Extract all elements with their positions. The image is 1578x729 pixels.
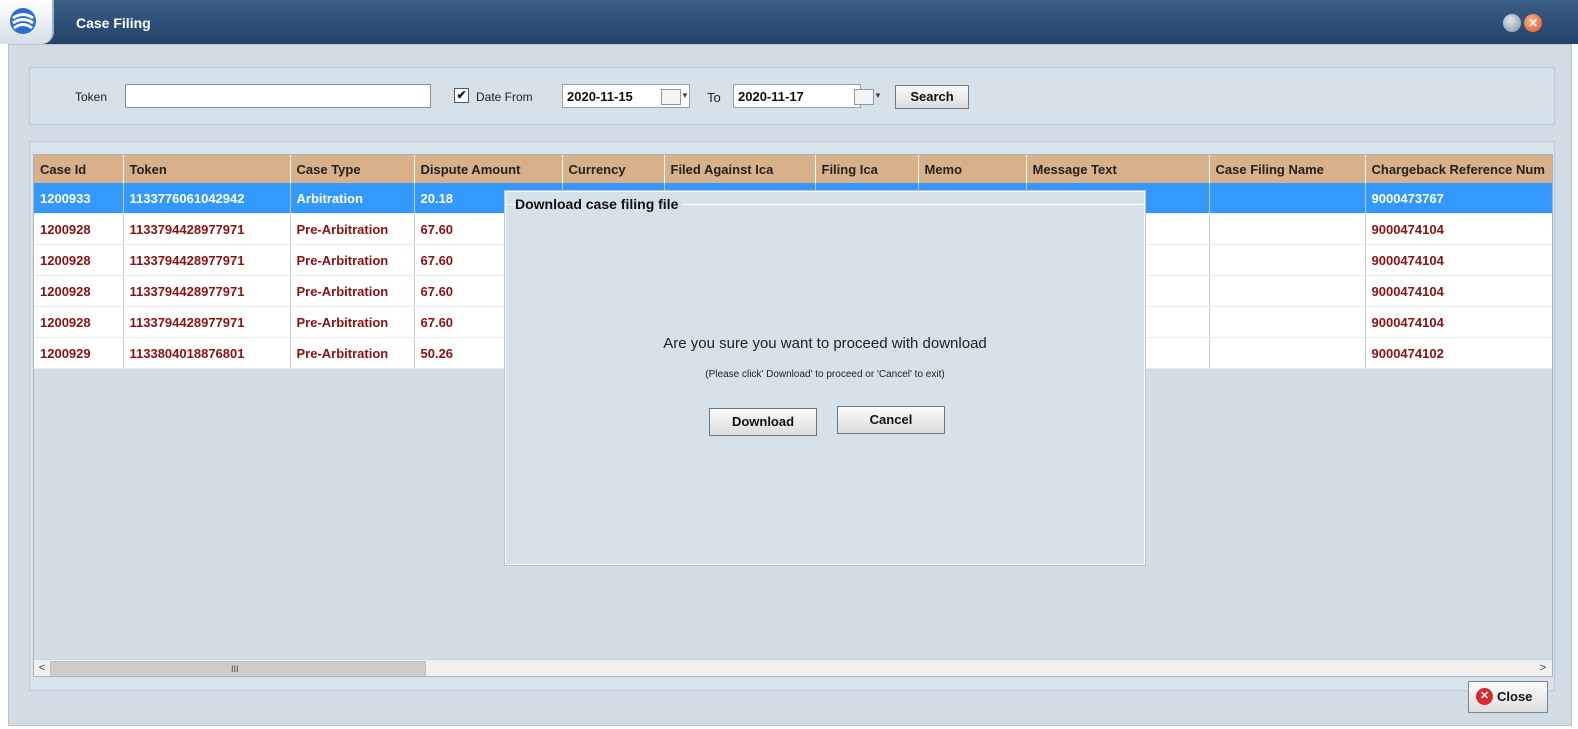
to-label: To [707, 90, 721, 105]
search-button[interactable]: Search [895, 85, 969, 109]
scroll-left-icon[interactable]: < [34, 660, 50, 676]
cell-case-id[interactable]: 1200929 [34, 337, 124, 369]
download-dialog: Download case filing file Are you sure y… [505, 191, 1145, 565]
dialog-sub-message: (Please click' Download' to proceed or '… [705, 369, 945, 380]
cell-case-filing-name[interactable] [1209, 306, 1366, 338]
cell-chargeback-ref[interactable]: 9000473767 [1365, 183, 1552, 214]
cell-case-type[interactable]: Pre-Arbitration [290, 213, 415, 245]
close-icon[interactable]: ✕ [1524, 14, 1542, 32]
cell-case-type[interactable]: Pre-Arbitration [290, 275, 415, 307]
date-to-picker[interactable]: 2020-11-17 ▼ [733, 84, 882, 108]
date-to-value: 2020-11-17 [738, 89, 804, 104]
column-header[interactable]: Filed Against Ica [664, 155, 816, 183]
cell-case-type[interactable]: Pre-Arbitration [290, 306, 415, 338]
cell-case-type[interactable]: Arbitration [290, 183, 415, 214]
close-button-label: Close [1497, 689, 1533, 704]
scroll-right-icon[interactable]: > [1535, 660, 1551, 676]
cell-case-filing-name[interactable] [1209, 337, 1366, 369]
cell-token[interactable]: 1133794428977971 [123, 275, 291, 307]
cell-token[interactable]: 1133794428977971 [123, 213, 291, 245]
scroll-grip: III [231, 664, 239, 674]
cell-case-filing-name[interactable] [1209, 213, 1366, 245]
column-header[interactable]: Currency [562, 155, 665, 183]
cell-token[interactable]: 1133794428977971 [123, 306, 291, 338]
chevron-down-icon[interactable]: ▼ [681, 91, 689, 100]
minimize-icon[interactable] [1503, 14, 1521, 32]
column-header[interactable]: Memo [918, 155, 1027, 183]
cell-case-filing-name[interactable] [1209, 275, 1366, 307]
title-bar: Case Filing ✕ [0, 0, 1578, 44]
date-from-picker[interactable]: 2020-11-15 ▼ [562, 84, 690, 108]
column-header[interactable]: Chargeback Reference Num [1365, 155, 1552, 183]
cancel-button[interactable]: Cancel [837, 406, 945, 434]
cell-token[interactable]: 1133804018876801 [123, 337, 291, 369]
cell-case-id[interactable]: 1200928 [34, 306, 124, 338]
column-header[interactable]: Token [123, 155, 291, 183]
cell-case-id[interactable]: 1200933 [34, 183, 124, 214]
date-from-label: Date From [476, 90, 533, 104]
column-header[interactable]: Case Id [34, 155, 124, 183]
window-title: Case Filing [76, 15, 151, 31]
cell-chargeback-ref[interactable]: 9000474102 [1365, 337, 1552, 369]
calendar-icon[interactable] [854, 89, 874, 105]
cell-token[interactable]: 1133794428977971 [123, 244, 291, 276]
dialog-message: Are you sure you want to proceed with do… [663, 335, 987, 352]
cell-case-type[interactable]: Pre-Arbitration [290, 244, 415, 276]
search-panel: Token ✔ Date From 2020-11-15 ▼ To 2020-1… [29, 67, 1555, 125]
cell-case-id[interactable]: 1200928 [34, 213, 124, 245]
close-circle-icon: ✕ [1476, 688, 1493, 705]
cell-token[interactable]: 1133776061042942 [123, 183, 291, 214]
cell-chargeback-ref[interactable]: 9000474104 [1365, 213, 1552, 245]
column-header[interactable]: Case Type [290, 155, 415, 183]
cell-case-id[interactable]: 1200928 [34, 244, 124, 276]
calendar-icon[interactable] [661, 89, 681, 105]
chevron-down-icon[interactable]: ▼ [874, 91, 882, 100]
dialog-title: Download case filing file [515, 196, 683, 212]
cell-case-filing-name[interactable] [1209, 244, 1366, 276]
app-logo-icon [0, 0, 54, 44]
column-header[interactable]: Case Filing Name [1209, 155, 1366, 183]
cell-chargeback-ref[interactable]: 9000474104 [1365, 275, 1552, 307]
download-button[interactable]: Download [709, 408, 817, 436]
cell-case-filing-name[interactable] [1209, 183, 1366, 214]
close-button[interactable]: ✕ Close [1468, 681, 1548, 713]
token-label: Token [75, 90, 108, 104]
cell-chargeback-ref[interactable]: 9000474104 [1365, 306, 1552, 338]
column-header[interactable]: Filing Ica [815, 155, 919, 183]
horizontal-scrollbar[interactable]: < III > [34, 659, 1552, 676]
column-header[interactable]: Dispute Amount [414, 155, 563, 183]
date-from-value: 2020-11-15 [567, 89, 633, 104]
scroll-thumb[interactable]: III [50, 661, 426, 676]
date-from-checkbox[interactable]: ✔ [454, 88, 469, 103]
cell-case-id[interactable]: 1200928 [34, 275, 124, 307]
column-header[interactable]: Message Text [1026, 155, 1210, 183]
table-header-row: Case Id Token Case Type Dispute Amount Curre… [34, 155, 1552, 183]
token-input[interactable] [125, 84, 431, 108]
cell-case-type[interactable]: Pre-Arbitration [290, 337, 415, 369]
cell-chargeback-ref[interactable]: 9000474104 [1365, 244, 1552, 276]
